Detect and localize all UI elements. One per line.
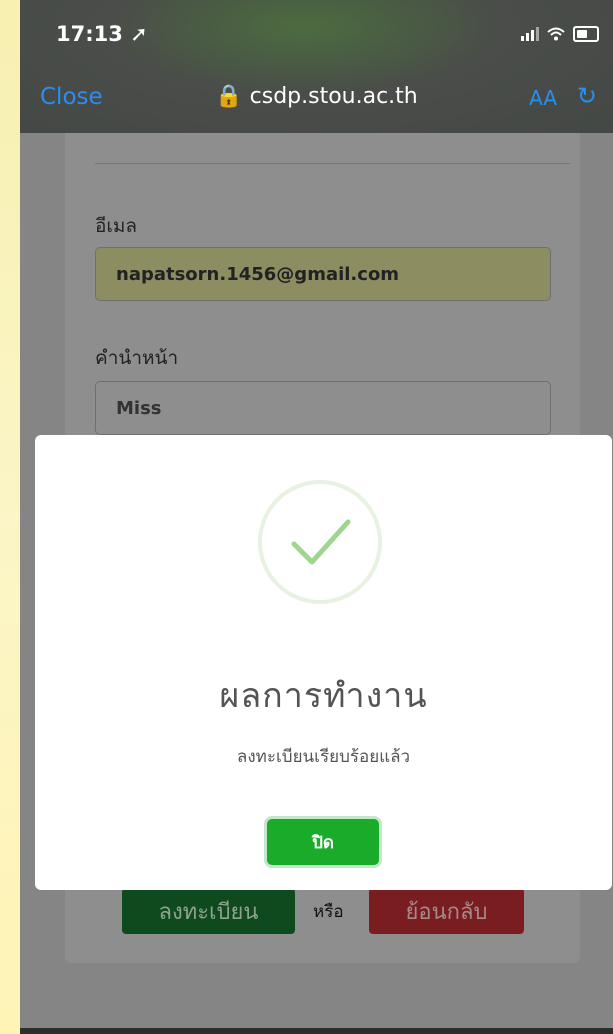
- or-text: หรือ: [313, 902, 344, 922]
- phone-screen: 17:13 ➚ Close 🔒 csdp.stou.ac.th AA ↻ อีเ…: [20, 0, 613, 1034]
- text-size-button[interactable]: AA: [529, 86, 557, 110]
- result-modal: ผลการทำงาน ลงทะเบียนเรียบร้อยแล้ว ปิด: [35, 435, 612, 890]
- modal-title: ผลการทำงาน: [219, 676, 428, 716]
- modal-close-button[interactable]: ปิด: [267, 819, 379, 865]
- bottom-bar: [20, 1028, 613, 1034]
- email-label: อีเมล: [95, 215, 138, 237]
- browser-topbar: 17:13 ➚ Close 🔒 csdp.stou.ac.th AA ↻: [20, 0, 613, 133]
- divider: [95, 163, 570, 164]
- modal-message: ลงทะเบียนเรียบร้อยแล้ว: [236, 747, 411, 767]
- success-check-icon: [258, 480, 382, 604]
- status-icons: [521, 26, 599, 42]
- status-time: 17:13 ➚: [56, 22, 148, 46]
- back-button[interactable]: ย้อนกลับ: [369, 888, 524, 934]
- prefix-field[interactable]: Miss: [95, 381, 551, 435]
- reload-icon[interactable]: ↻: [577, 82, 597, 110]
- battery-icon: [573, 26, 599, 42]
- background-strip: [0, 0, 20, 1034]
- prefix-label: คำนำหน้า: [95, 347, 179, 369]
- email-field[interactable]: napatsorn.1456@gmail.com: [95, 247, 551, 301]
- register-button[interactable]: ลงทะเบียน: [122, 888, 295, 934]
- url-bar[interactable]: 🔒 csdp.stou.ac.th: [20, 84, 613, 109]
- signal-icon: [521, 27, 539, 41]
- wifi-icon: [547, 27, 565, 41]
